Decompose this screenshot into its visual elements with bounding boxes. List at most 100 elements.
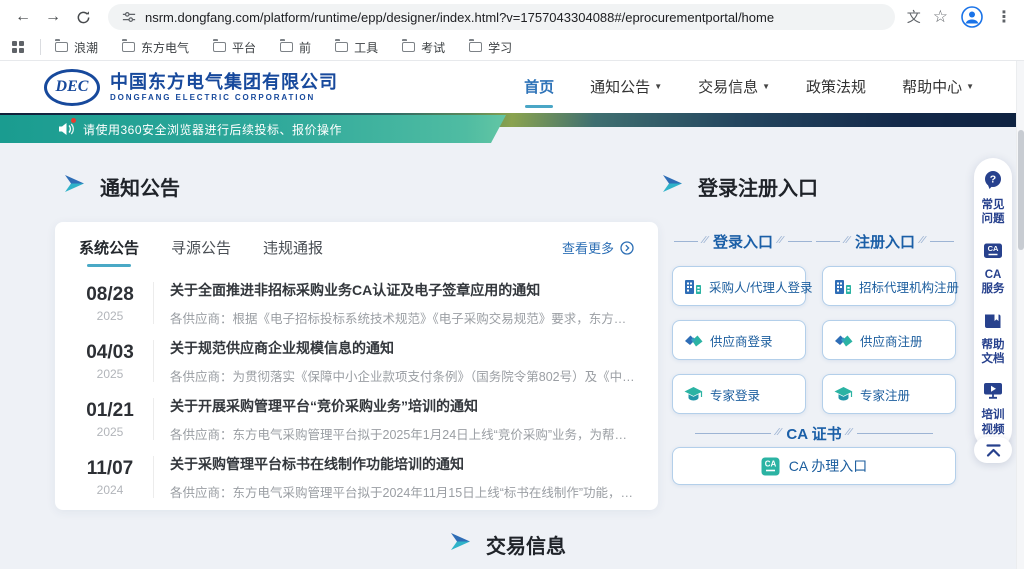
section-arrow-icon (64, 175, 85, 198)
notification-dot (71, 118, 76, 123)
logo-text[interactable]: 中国东方电气集团有限公司 DONGFANG ELECTRIC CORPORATI… (110, 72, 338, 102)
notice-list-item[interactable]: 04/03 2025 关于规范供应商企业规模信息的通知 各供应商：为贯彻落实《保… (79, 332, 636, 390)
rail-item[interactable]: ? 常见问题 (982, 170, 1005, 227)
divider (153, 282, 154, 324)
portal-button[interactable]: 招标代理机构注册 (822, 266, 956, 306)
bookmark-item[interactable]: 工具 (335, 39, 378, 56)
divider (153, 398, 154, 440)
section-title: 通知公告 (100, 172, 180, 201)
announcement-tab[interactable]: 违规通报 (263, 237, 323, 258)
nav-item[interactable]: 交易信息 ▼ (698, 76, 770, 99)
back-to-top-icon (985, 443, 1002, 458)
portal-button[interactable]: 供应商登录 (672, 320, 806, 360)
section-arrow-icon (450, 533, 471, 556)
bookmark-label: 工具 (354, 39, 378, 56)
browser-notice-ribbon: 请使用360安全浏览器进行后续投标、报价操作 (0, 115, 506, 143)
page-scrollbar[interactable] (1016, 61, 1024, 569)
bookmark-star-icon[interactable]: ☆ (933, 7, 948, 27)
browser-window: ← → nsrm.dongfang.com/platform/runtime/e… (0, 0, 1024, 569)
notice-list-item[interactable]: 08/28 2025 关于全面推进非招标采购业务CA认证及电子签章应用的通知 各… (79, 274, 636, 332)
notice-date: 08/28 2025 (79, 284, 141, 323)
browser-menu-icon[interactable]: ⋮ (996, 7, 1012, 27)
back-to-top-button[interactable] (974, 437, 1012, 463)
gradcap-icon (684, 386, 703, 402)
notice-desc: 各供应商：根据《电子招标投标系统技术规范》《电子采购交易规范》要求，东方电气采购… (170, 308, 636, 327)
portal-button[interactable]: 专家注册 (822, 374, 956, 414)
bookmark-item[interactable]: 浪潮 (55, 39, 98, 56)
company-name-en: DONGFANG ELECTRIC CORPORATION (110, 93, 338, 102)
login-entry-header: ∕∕ 登录入口 ∕∕ (672, 231, 814, 252)
nav-item[interactable]: 首页 (524, 76, 554, 99)
book-icon (983, 312, 1003, 335)
divider (153, 340, 154, 382)
notice-title[interactable]: 关于规范供应商企业规模信息的通知 (170, 338, 636, 358)
back-button[interactable]: ← (10, 4, 36, 30)
notice-title[interactable]: 关于全面推进非招标采购业务CA认证及电子签章应用的通知 (170, 280, 636, 300)
dec-logo[interactable]: DEC (44, 69, 100, 106)
notice-title[interactable]: 关于采购管理平台标书在线制作功能培训的通知 (170, 454, 636, 474)
site-header: DEC 中国东方电气集团有限公司 DONGFANG ELECTRIC CORPO… (0, 61, 1016, 113)
site-info-icon[interactable] (122, 10, 136, 24)
speaker-icon (58, 122, 74, 136)
bookmark-label: 前 (299, 39, 311, 56)
rail-item[interactable]: CA CA服务 (982, 242, 1005, 297)
rail-item[interactable]: 培训视频 (982, 381, 1005, 437)
portal-button-label: 专家注册 (860, 385, 910, 404)
trade-section-header: 交易信息 (0, 530, 1016, 559)
gradcap-icon (834, 386, 853, 402)
circle-arrow-icon (620, 241, 634, 255)
nav-label: 政策法规 (806, 76, 866, 97)
bookmark-label: 东方电气 (141, 39, 189, 56)
login-section-header: 登录注册入口 (662, 172, 818, 201)
portal-button[interactable]: 供应商注册 (822, 320, 956, 360)
nav-label: 首页 (524, 76, 554, 97)
svg-text:?: ? (990, 174, 996, 186)
apps-grid-icon[interactable] (12, 41, 24, 53)
divider (153, 456, 154, 498)
browser-toolbar: ← → nsrm.dongfang.com/platform/runtime/e… (0, 0, 1024, 34)
notice-list-item[interactable]: 11/07 2024 关于采购管理平台标书在线制作功能培训的通知 各供应商：东方… (79, 448, 636, 506)
notice-date: 01/21 2025 (79, 400, 141, 439)
notice-title[interactable]: 关于开展采购管理平台“竞价采购业务”培训的通知 (170, 396, 636, 416)
nav-item[interactable]: 帮助中心 ▼ (902, 76, 974, 99)
video-icon (983, 381, 1003, 405)
ca-apply-label: CA 办理入口 (789, 456, 868, 476)
bookmark-item[interactable]: 前 (280, 39, 311, 56)
chevron-down-icon: ▼ (654, 82, 662, 91)
main-nav: 首页 通知公告 ▼ 交易信息 ▼ 政策法规 (524, 76, 974, 99)
url-bar[interactable]: nsrm.dongfang.com/platform/runtime/epp/d… (108, 4, 895, 30)
building-icon (834, 278, 852, 295)
notice-desc: 各供应商：东方电气采购管理平台拟于2025年1月24日上线“竞价采购”业务，为帮… (170, 424, 636, 443)
forward-button[interactable]: → (40, 4, 66, 30)
announcements-card: 系统公告 寻源公告 违规通报 查看更多 08/28 2025 (55, 222, 658, 510)
notice-date: 11/07 2024 (79, 458, 141, 497)
folder-icon (55, 42, 68, 52)
announcement-tab[interactable]: 寻源公告 (171, 237, 231, 258)
scrollbar-thumb[interactable] (1018, 130, 1024, 250)
ca-badge-icon: CA (761, 457, 780, 476)
bookmark-item[interactable]: 平台 (213, 39, 256, 56)
portal-button[interactable]: 专家登录 (672, 374, 806, 414)
nav-item[interactable]: 通知公告 ▼ (590, 76, 662, 99)
folder-icon (469, 42, 482, 52)
ca-apply-button[interactable]: CA CA 办理入口 (672, 447, 956, 485)
notice-list-item[interactable]: 01/21 2025 关于开展采购管理平台“竞价采购业务”培训的通知 各供应商：… (79, 390, 636, 448)
portal-button[interactable]: 采购人/代理人登录 (672, 266, 806, 306)
announcement-tabs: 系统公告 寻源公告 违规通报 查看更多 (55, 222, 658, 269)
announcement-tab[interactable]: 系统公告 (79, 237, 139, 258)
folder-icon (280, 42, 293, 52)
handshake-icon (684, 333, 703, 348)
bookmark-item[interactable]: 东方电气 (122, 39, 189, 56)
translate-icon[interactable]: 文 (907, 7, 921, 27)
profile-avatar[interactable] (960, 5, 984, 29)
view-more-link[interactable]: 查看更多 (562, 238, 634, 257)
bookmark-label: 考试 (421, 39, 445, 56)
view-more-label: 查看更多 (562, 238, 614, 257)
bookmark-item[interactable]: 考试 (402, 39, 445, 56)
reload-button[interactable] (70, 4, 96, 30)
question-icon: ? (983, 170, 1003, 195)
rail-item[interactable]: 帮助文档 (982, 312, 1005, 367)
bookmark-item[interactable]: 学习 (469, 39, 512, 56)
nav-item[interactable]: 政策法规 (806, 76, 866, 99)
floating-toolbar: ? 常见问题 CA CA服务 帮助文档 (974, 158, 1012, 449)
